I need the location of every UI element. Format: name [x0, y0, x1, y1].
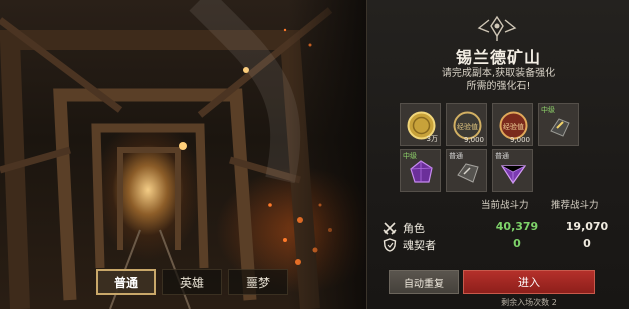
stat-label: 魂契者 — [403, 239, 436, 252]
reward-row: 中级 普通 普通 — [400, 149, 610, 192]
reward-slot[interactable]: 中级 — [538, 103, 579, 146]
reward-slot[interactable]: 经验值 9,000 — [446, 103, 487, 146]
gray-stone-icon — [457, 163, 479, 183]
shield-icon — [383, 238, 397, 252]
dungeon-info-panel: 锡兰德矿山 请完成副本,获取装备强化 所需的强化石! 3万 经验值 9,000 — [366, 0, 629, 309]
exp-coin-label: 经验值 — [457, 122, 478, 131]
dungeon-description: 请完成副本,获取装备强化 所需的强化石! — [367, 67, 629, 93]
remaining-entries-text: 剩余入场次数 2 — [501, 298, 557, 307]
reward-grid: 3万 经验值 9,000 经验值 9,000 中级 中级 普通 普通 — [400, 103, 610, 195]
difficulty-tabs: 普通 英雄 噩梦 — [96, 269, 288, 295]
dungeon-emblem-icon — [477, 15, 517, 41]
reward-row: 3万 经验值 9,000 经验值 9,000 中级 — [400, 103, 610, 146]
crossed-swords-icon — [383, 222, 397, 235]
auto-repeat-button[interactable]: 自动重复 — [389, 270, 459, 294]
reward-count: 9,000 — [509, 136, 530, 144]
recommended-power-value: 0 — [583, 237, 591, 250]
purple-crystal-icon — [500, 165, 527, 185]
scene-edge-shadow — [288, 0, 368, 309]
dungeon-title: 锡兰德矿山 — [455, 48, 541, 67]
reward-slot[interactable]: 普通 — [492, 149, 533, 192]
reward-slot[interactable]: 经验值 9,000 — [492, 103, 533, 146]
tab-nightmare[interactable]: 噩梦 — [228, 269, 288, 295]
description-line-1: 请完成副本,获取装备强化 — [441, 68, 556, 79]
purple-crystal-icon — [410, 160, 433, 183]
current-power-header: 当前战斗力 — [481, 200, 529, 211]
reward-slot[interactable]: 中级 — [400, 149, 441, 192]
current-power-value: 0 — [513, 237, 521, 250]
current-power-value: 40,379 — [495, 220, 539, 233]
dungeon-artwork — [0, 0, 368, 309]
enhance-stone-icon — [550, 118, 570, 137]
reward-count: 3万 — [426, 135, 438, 143]
reward-slot[interactable]: 3万 — [400, 103, 441, 146]
tab-normal[interactable]: 普通 — [96, 269, 156, 295]
recommended-power-value: 19,070 — [565, 220, 609, 233]
enter-button[interactable]: 进入 — [463, 270, 595, 294]
stat-row-character: 角色 40,379 19,070 — [383, 220, 613, 236]
description-line-2: 所需的强化石! — [466, 81, 531, 92]
reward-slot[interactable]: 普通 — [446, 149, 487, 192]
exp-coin-label: 经验值 — [503, 122, 524, 131]
recommended-power-header: 推荐战斗力 — [551, 200, 599, 211]
reward-count: 9,000 — [463, 136, 484, 144]
stat-label: 角色 — [403, 222, 425, 235]
tab-hero[interactable]: 英雄 — [162, 269, 222, 295]
stat-row-soul-contractor: 魂契者 0 0 — [383, 237, 613, 253]
